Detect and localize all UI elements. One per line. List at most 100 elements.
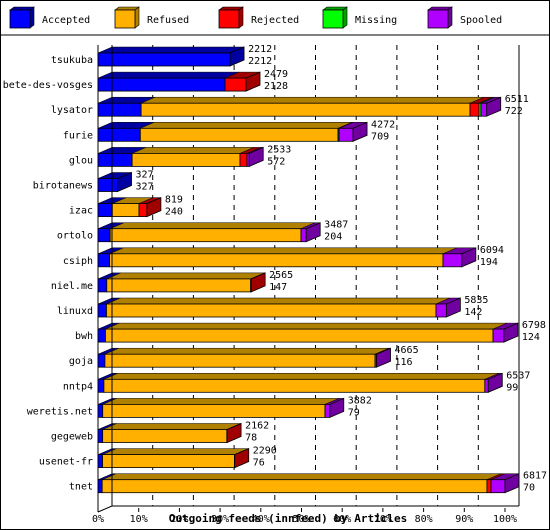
bar-segment-refused (139, 127, 339, 142)
bar-top-refused (141, 96, 485, 104)
legend: Accepted Refused Rejected Missing Spooled (9, 6, 502, 29)
bar-accepted-label: 572 (267, 156, 285, 167)
bar-segment-refused (109, 228, 302, 243)
bar-row-lysator: 6511722 lysator (51, 94, 529, 117)
bar-accepted-label: 76 (253, 458, 265, 469)
bar-segment-rejected (486, 479, 492, 494)
bar-segment-refused (102, 454, 235, 469)
bar-segment-rejected (239, 152, 248, 167)
bar-segment-accepted (97, 278, 108, 293)
bar-segment-rejected (138, 203, 148, 218)
bar-accepted-label: 722 (505, 106, 523, 117)
bar-segment-accepted (97, 303, 107, 318)
bar-accepted-label: 2212 (248, 56, 272, 67)
legend-swatch-side (342, 6, 348, 29)
bar-accepted-label: 147 (269, 282, 287, 293)
bar-total-label: 2162 (245, 421, 269, 432)
bar-segment-spooled (435, 303, 447, 318)
x-tick-label: 10% (130, 514, 148, 525)
x-tick-label: 90% (455, 514, 473, 525)
bar-top-refused (110, 222, 316, 229)
bar-accepted-label: 70 (523, 483, 535, 494)
bar-top-refused (102, 398, 340, 405)
bar-segment-accepted (97, 102, 142, 117)
bar-segment-refused (101, 479, 488, 494)
bar-segment-refused (106, 303, 437, 318)
legend-label-rejected: Rejected (251, 15, 299, 26)
bar-accepted-label: 99 (506, 382, 518, 393)
bar-segment-refused (103, 378, 486, 393)
bar-row-gegeweb: 216278 gegeweb (51, 421, 269, 444)
bar-segment-accepted (97, 429, 104, 443)
bar-row-tsukuba: 22122212 tsukuba (51, 44, 272, 67)
legend-swatch-side (134, 6, 140, 29)
bar-segment-accepted (97, 454, 103, 469)
legend-label-missing: Missing (355, 15, 397, 26)
bar-total-label: 3487 (324, 220, 348, 231)
bar-row-linuxd: 5835142 linuxd (57, 295, 489, 318)
bar-top-refused (104, 347, 390, 355)
bar-row-furie: 4272709 furie (63, 119, 395, 142)
bar-row-usenet-fr: 229076 usenet-fr (39, 446, 277, 469)
bar-segment-accepted (97, 479, 103, 494)
bar-segment-accepted (97, 253, 110, 268)
bar-segment-spooled (338, 127, 354, 142)
bar-segment-accepted (97, 178, 118, 192)
category-label: tsukuba (51, 55, 93, 66)
bar-top-refused (106, 297, 451, 305)
bar-total-label: 6798 (522, 320, 546, 331)
bar-segment-accepted (97, 203, 113, 218)
bar-accepted-label: 194 (480, 257, 498, 268)
bar-row-goja: 4665116 goja (69, 345, 419, 368)
bar-segment-refused (140, 102, 471, 117)
legend-swatch-accepted (9, 9, 31, 29)
bar-accepted-label: 124 (522, 332, 540, 343)
bar-top-refused (105, 322, 508, 330)
category-label: furie (63, 130, 93, 141)
bar-accepted-label: 709 (371, 131, 389, 142)
bar-total-label: 327 (136, 170, 154, 181)
x-tick-label: 100% (493, 514, 517, 525)
category-label: ortolo (57, 231, 93, 242)
bar-row-birotanews: 327327 birotanews (33, 170, 154, 193)
bar-row-bete-des-vosges: 24792128 bete-des-vosges (3, 69, 288, 92)
bar-total-label: 3882 (348, 395, 372, 406)
legend-swatch-side (447, 6, 453, 29)
bar-top-refused (140, 122, 353, 129)
category-label: lysator (51, 105, 93, 116)
legend-swatch-side (238, 6, 244, 29)
bar-top-refused (102, 423, 241, 430)
bar-row-nntp4: 653799 nntp4 (63, 370, 530, 393)
bar-segment-spooled (300, 228, 307, 243)
category-label: niel.me (51, 281, 93, 292)
legend-swatch-rejected (218, 9, 240, 29)
bar-row-bwh: 6798124 bwh (75, 320, 546, 343)
bar-top-refused (106, 272, 265, 280)
bar-segment-refused (105, 328, 494, 343)
category-label: bete-des-vosges (3, 80, 93, 91)
category-label: nntp4 (63, 381, 93, 392)
bar-segment-rejected (469, 102, 480, 117)
legend-swatch-refused (114, 9, 136, 29)
bar-top-accepted (97, 46, 245, 54)
bar-accepted-label: 327 (136, 182, 154, 193)
bar-total-label: 2290 (253, 446, 277, 457)
bar-row-weretis.net: 388279 weretis.net (27, 395, 372, 418)
bar-total-label: 6817 (523, 471, 547, 482)
bar-segment-accepted (97, 77, 226, 92)
bar-row-niel.me: 2565147 niel.me (51, 270, 293, 293)
bar-total-label: 4665 (395, 345, 419, 356)
category-label: linuxd (57, 306, 93, 317)
legend-label-refused: Refused (147, 15, 189, 26)
bar-segment-refused (131, 152, 241, 167)
legend-swatch-side (29, 6, 35, 29)
bar-top-refused (132, 147, 255, 154)
category-label: bwh (75, 331, 93, 342)
bar-accepted-label: 240 (165, 207, 183, 218)
bar-total-label: 2533 (267, 144, 291, 155)
legend-label-spooled: Spooled (460, 15, 502, 26)
bar-total-label: 2212 (248, 44, 272, 55)
bar-segment-spooled (442, 253, 463, 268)
axis-corner (97, 505, 113, 513)
stacked-bar-chart: Accepted Refused Rejected Missing Spooled 22… (1, 6, 549, 525)
